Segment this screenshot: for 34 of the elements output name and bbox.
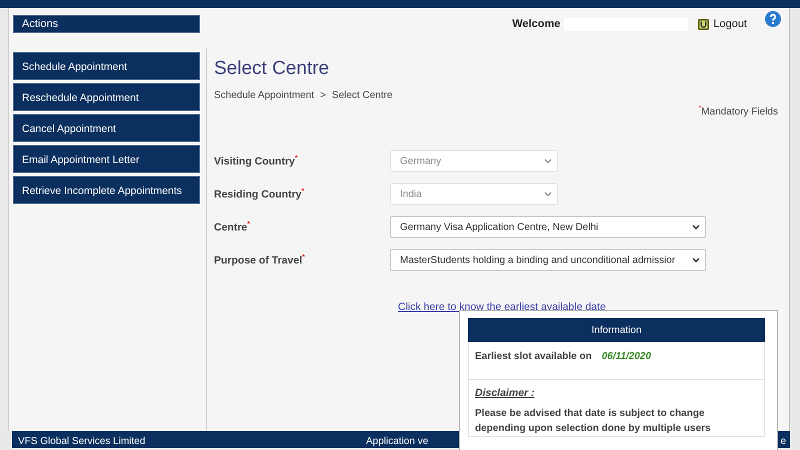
- logout-link[interactable]: Logout: [713, 18, 747, 30]
- field-label: Purpose of Travel$^{*}$: [214, 254, 306, 267]
- mandatory-note: $^{*}$Mandatory Fields: [698, 105, 779, 118]
- footer-text: e: [780, 436, 786, 447]
- sidebar-item[interactable]: Cancel Appointment: [13, 114, 200, 142]
- actions-header: Actions: [13, 15, 200, 33]
- disclaimer-title: Disclaimer :: [475, 387, 536, 399]
- breadcrumb-item: Select Centre: [332, 90, 393, 101]
- breadcrumb-separator: >: [320, 90, 326, 101]
- slot-label: Earliest slot available on: [475, 351, 592, 364]
- sidebar-item[interactable]: Retrieve Incomplete Appointments: [13, 176, 200, 204]
- sidebar-item[interactable]: Reschedule Appointment: [13, 83, 200, 111]
- footer-version: Application ve: [366, 436, 428, 447]
- page-title: Select Centre: [214, 58, 330, 80]
- welcome-label: Welcome: [512, 18, 560, 30]
- footer-company: VFS Global Services Limited: [18, 436, 146, 447]
- field-label: Residing Country$^{*}$: [214, 188, 306, 201]
- dropdown-caret-icon: [692, 257, 700, 264]
- sidebar-item[interactable]: Schedule Appointment: [13, 52, 200, 80]
- breadcrumb-item[interactable]: Schedule Appointment: [214, 90, 314, 101]
- field-label: Centre$^{*}$: [214, 221, 251, 234]
- slot-date: 06/11/2020: [602, 351, 652, 364]
- dropdown-caret-icon: [544, 158, 552, 164]
- dropdown-field[interactable]: MasterStudents holding a binding and unconditional admissior: [390, 249, 706, 272]
- dropdown-caret-icon: [692, 224, 700, 230]
- dropdown-field[interactable]: Germany Visa Application Centre, New Delhi: [390, 216, 706, 238]
- popup-title: Information: [468, 318, 765, 342]
- dropdown-caret-icon: [544, 191, 552, 198]
- sidebar-item[interactable]: Email Appointment Letter: [13, 145, 200, 173]
- field-label: Visiting Country$^{*}$: [214, 155, 299, 168]
- earliest-date-link[interactable]: Click here to know the earliest available date: [398, 301, 606, 314]
- logout-icon[interactable]: [698, 18, 710, 30]
- disclaimer-text: Please be advised that date is subject to change depending upon selection done by multiple users: [475, 407, 712, 436]
- help-icon[interactable]: [765, 11, 781, 27]
